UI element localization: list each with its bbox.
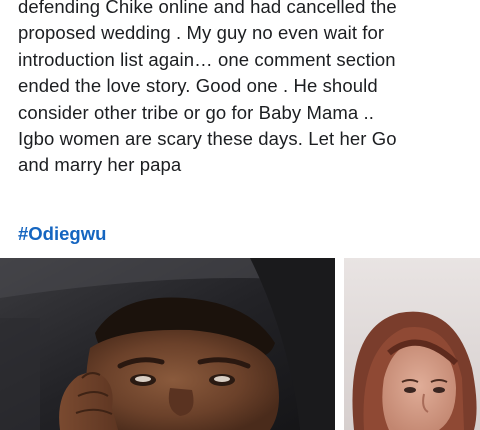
photo-man-selfie[interactable] xyxy=(0,258,335,430)
post-text-line: consider other tribe or go for Baby Mama… xyxy=(18,101,374,123)
post-text-line: and marry her papa xyxy=(18,154,182,176)
post-body-text: defending Chike online and had cancelled… xyxy=(18,0,478,179)
post-text-line: proposed wedding . My guy no even wait f… xyxy=(18,22,385,44)
post-text-line: introduction list again… one comment sec… xyxy=(18,48,396,70)
post-photo-collage[interactable] xyxy=(0,258,480,430)
hashtag-link[interactable]: #Odiegwu xyxy=(18,222,106,246)
post-text-line: defending Chike online and had cancelled… xyxy=(18,0,397,17)
post-text-line: Igbo women are scary these days. Let her… xyxy=(18,128,397,150)
photo-woman-portrait-image xyxy=(344,258,480,430)
post-text-line: ended the love story. Good one . He shou… xyxy=(18,75,378,97)
photo-man-selfie-image xyxy=(0,258,335,430)
photo-woman-portrait[interactable] xyxy=(344,258,480,430)
